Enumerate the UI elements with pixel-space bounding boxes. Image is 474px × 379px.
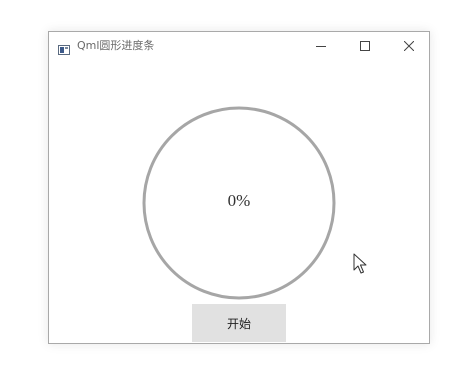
- close-button[interactable]: [387, 32, 431, 60]
- minimize-button[interactable]: [299, 32, 343, 60]
- app-icon: [58, 40, 70, 55]
- minimize-icon: [316, 46, 326, 47]
- title-bar[interactable]: Qml圆形进度条: [49, 32, 429, 60]
- progress-percent-label: 0%: [227, 191, 251, 210]
- window-title: Qml圆形进度条: [77, 39, 155, 52]
- maximize-button[interactable]: [343, 32, 387, 60]
- app-window: Qml圆形进度条 0% 开始: [48, 31, 430, 344]
- mouse-cursor-icon: [353, 253, 367, 274]
- close-icon: [404, 41, 414, 51]
- maximize-icon: [360, 41, 370, 51]
- start-button[interactable]: 开始: [192, 304, 286, 342]
